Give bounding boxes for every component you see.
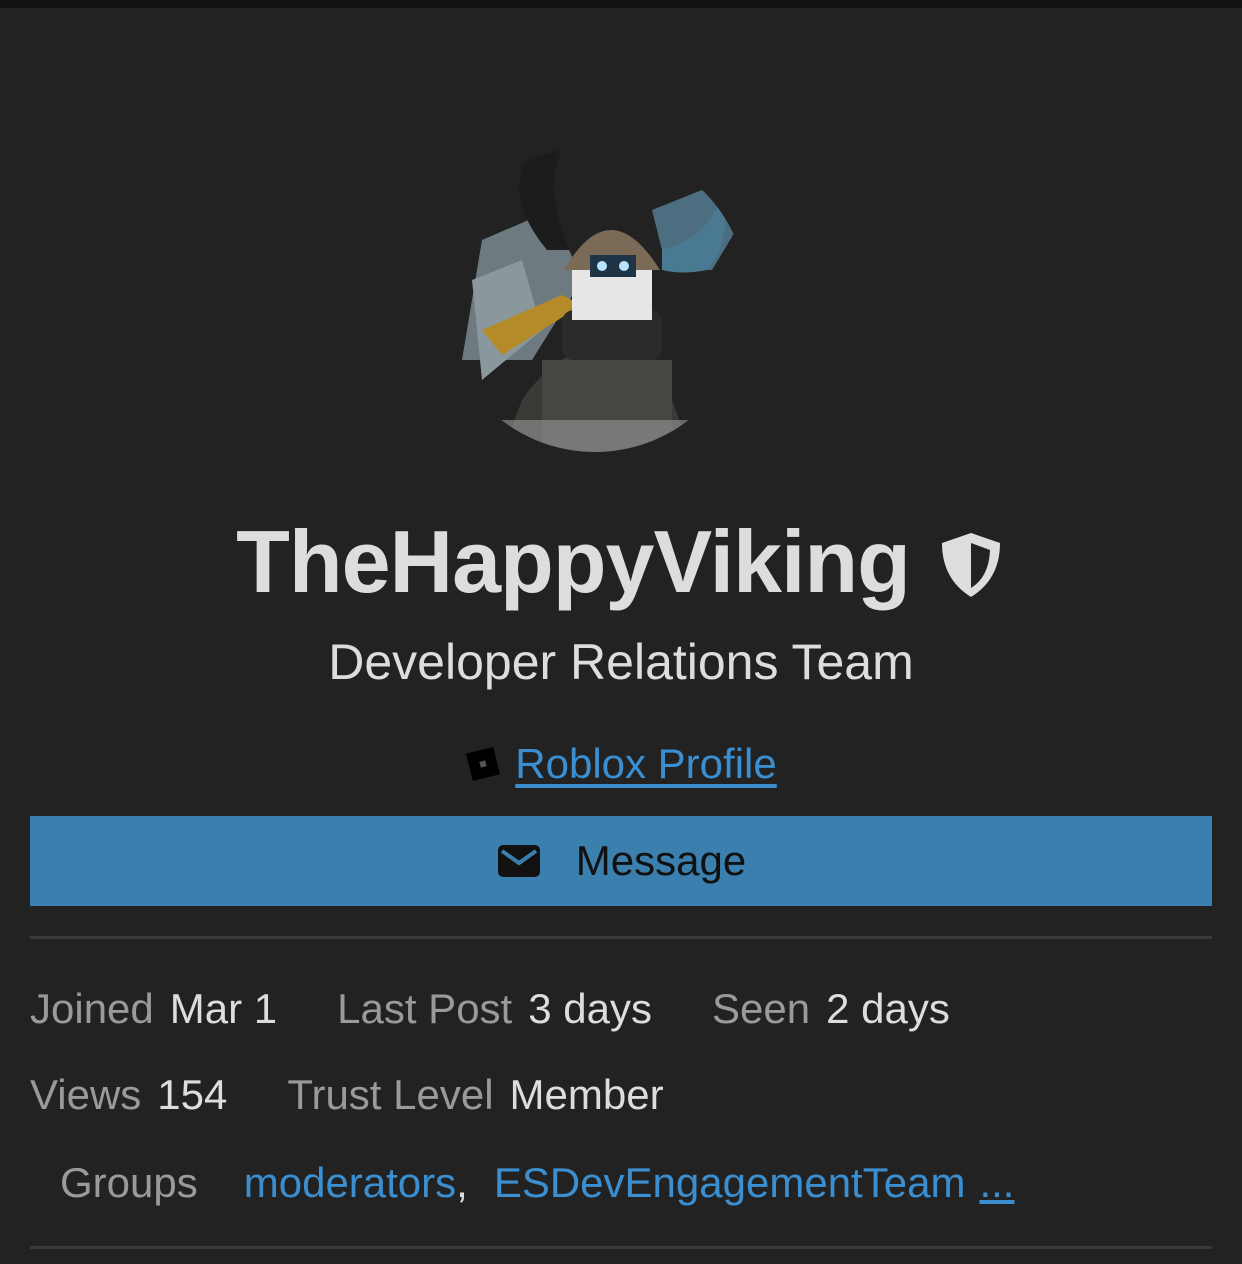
- stat-label: Views: [30, 1071, 142, 1118]
- avatar-image: [442, 146, 748, 452]
- group-link-moderators[interactable]: moderators: [244, 1158, 456, 1208]
- stat-label: Joined: [30, 985, 154, 1032]
- divider: [30, 936, 1212, 939]
- stat-seen: Seen 2 days: [712, 984, 950, 1034]
- groups-more-link[interactable]: ...: [979, 1158, 1014, 1208]
- stat-last-post: Last Post 3 days: [337, 984, 652, 1034]
- user-title: Developer Relations Team: [328, 634, 914, 690]
- username: TheHappyViking: [236, 512, 911, 611]
- stat-label: Trust Level: [287, 1071, 494, 1118]
- groups-row: Groups moderators, ESDevEngagementTeam .…: [60, 1158, 1014, 1208]
- stat-value: Member: [509, 1071, 664, 1118]
- envelope-icon: [497, 845, 540, 877]
- avatar[interactable]: [442, 100, 748, 454]
- stat-label: Seen: [711, 985, 811, 1032]
- username-row: TheHappyViking: [0, 512, 1242, 612]
- group-separator: ,: [456, 1159, 468, 1206]
- stats-row: Views 154 Trust Level Member: [30, 1070, 724, 1120]
- stat-views: Views 154: [30, 1070, 227, 1120]
- message-button[interactable]: Message: [30, 816, 1212, 906]
- stat-value: 154: [157, 1071, 228, 1118]
- stat-joined: Joined Mar 1: [30, 984, 277, 1034]
- stat-value: Mar 1: [169, 985, 278, 1032]
- stats-row: Joined Mar 1 Last Post 3 days Seen 2 days: [30, 984, 1010, 1034]
- top-bar: [0, 0, 1242, 8]
- stat-value: 2 days: [826, 985, 950, 1032]
- stat-trust-level: Trust Level Member: [287, 1070, 663, 1120]
- shield-icon: [941, 533, 1000, 597]
- message-button-label: Message: [575, 837, 747, 884]
- roblox-profile-link[interactable]: Roblox Profile: [515, 740, 776, 788]
- divider: [30, 1246, 1212, 1249]
- group-link-esdevengagementteam[interactable]: ESDevEngagementTeam: [494, 1158, 966, 1208]
- stat-label: Last Post: [337, 985, 513, 1032]
- roblox-profile-row: Roblox Profile: [0, 736, 1242, 792]
- groups-label: Groups: [60, 1159, 198, 1206]
- stat-value: 3 days: [528, 985, 652, 1032]
- roblox-logo-icon: [466, 747, 501, 781]
